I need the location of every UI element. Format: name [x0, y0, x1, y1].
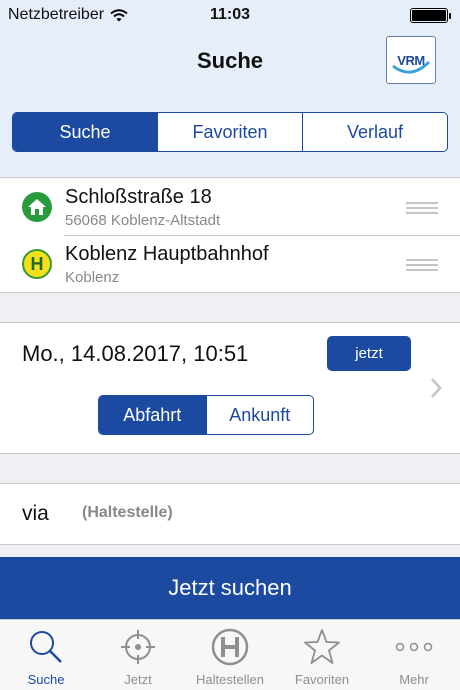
- via-section: via: [0, 483, 460, 545]
- crosshair-icon: [120, 628, 156, 666]
- star-icon: [303, 628, 341, 666]
- via-label: via: [22, 502, 49, 525]
- origin-reorder-handle-icon[interactable]: [406, 202, 438, 214]
- stop-h-icon: [211, 628, 249, 666]
- vrm-logo-mark: [392, 60, 431, 74]
- magnifier-icon: [28, 628, 64, 666]
- home-icon: [22, 192, 52, 222]
- origin-stop-name: Schloßstraße 18: [65, 186, 212, 208]
- more-dots-icon: [395, 628, 433, 666]
- status-bar: Netzbetreiber 11:03: [0, 0, 460, 30]
- tab-favoriten[interactable]: Favoriten: [276, 620, 368, 690]
- destination-stop-subtitle: Koblenz: [65, 269, 120, 286]
- destination-stop-row[interactable]: H Koblenz Hauptbahnhof Koblenz: [0, 235, 460, 292]
- segment-suche[interactable]: Suche: [13, 113, 158, 151]
- segment-verlauf[interactable]: Verlauf: [303, 113, 447, 151]
- datetime-value: Mo., 14.08.2017, 10:51: [22, 341, 249, 366]
- tab-favoriten-label: Favoriten: [294, 672, 350, 687]
- tab-suche-label: Suche: [27, 672, 65, 687]
- tab-jetzt[interactable]: Jetzt: [92, 620, 184, 690]
- tab-suche[interactable]: Suche: [0, 620, 92, 690]
- departure-option[interactable]: Abfahrt: [99, 396, 207, 434]
- departure-arrival-toggle: Abfahrt Ankunft: [98, 395, 314, 435]
- now-button[interactable]: jetzt: [327, 336, 411, 371]
- battery-icon: [410, 8, 451, 23]
- tab-bar: Suche Jetzt Haltestellen Favoriten Mehr: [0, 619, 460, 690]
- status-time: 11:03: [209, 6, 251, 23]
- tab-jetzt-label: Jetzt: [124, 672, 152, 687]
- tab-haltestellen[interactable]: Haltestellen: [184, 620, 276, 690]
- search-now-button[interactable]: Jetzt suchen: [0, 557, 460, 619]
- route-stops-section: Schloßstraße 18 56068 Koblenz-Altstadt H…: [0, 177, 460, 293]
- bus-stop-h-icon: H: [22, 249, 52, 279]
- tab-mehr-label: Mehr: [399, 672, 429, 687]
- vrm-logo[interactable]: VRM: [386, 36, 436, 84]
- navigation-bar: Suche VRM Suche Favoriten Verlauf: [0, 30, 460, 178]
- origin-stop-subtitle: 56068 Koblenz-Altstadt: [65, 212, 221, 229]
- search-mode-segmented-control: Suche Favoriten Verlauf: [12, 112, 448, 152]
- tab-mehr[interactable]: Mehr: [368, 620, 460, 690]
- destination-stop-name: Koblenz Hauptbahnhof: [65, 243, 269, 265]
- origin-stop-row[interactable]: Schloßstraße 18 56068 Koblenz-Altstadt: [0, 178, 460, 235]
- time-section[interactable]: Mo., 14.08.2017, 10:51 jetzt Abfahrt Ank…: [0, 322, 460, 454]
- segment-favoriten[interactable]: Favoriten: [158, 113, 303, 151]
- tab-haltestellen-label: Haltestellen: [196, 672, 264, 687]
- destination-reorder-handle-icon[interactable]: [406, 259, 438, 271]
- via-stop-input[interactable]: [82, 498, 422, 528]
- chevron-right-icon: [430, 375, 442, 406]
- arrival-option[interactable]: Ankunft: [207, 396, 314, 434]
